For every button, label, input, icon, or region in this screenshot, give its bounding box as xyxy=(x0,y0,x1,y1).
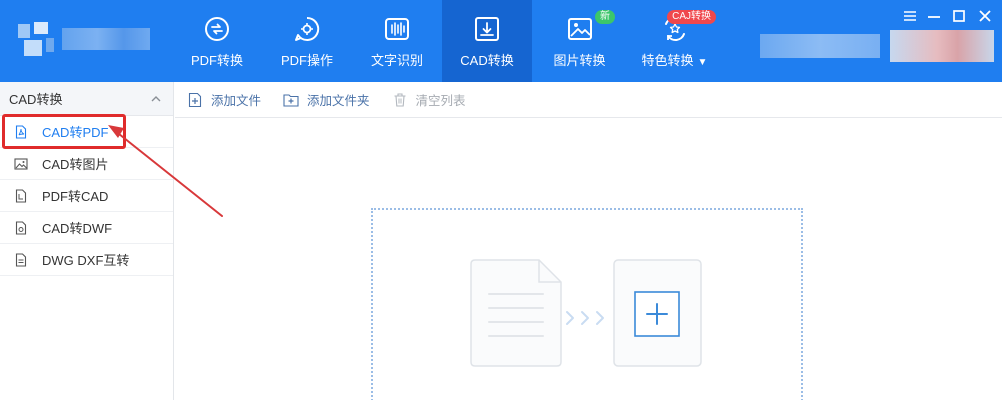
document-icon xyxy=(470,259,562,367)
dwf-file-icon xyxy=(15,220,27,235)
sidebar-item-cad-to-image[interactable]: CAD转图片 xyxy=(0,148,173,180)
sidebar-item-pdf-to-cad[interactable]: PDF转CAD xyxy=(0,180,173,212)
sidebar-header[interactable]: CAD转换 xyxy=(0,82,173,116)
sidebar-item-label: PDF转CAD xyxy=(42,189,109,204)
add-folder-button[interactable]: 添加文件夹 xyxy=(283,90,370,109)
sidebar-item-label: CAD转DWF xyxy=(42,221,113,236)
sidebar-item-label: CAD转图片 xyxy=(42,157,109,172)
image-file-icon xyxy=(14,157,28,170)
nav-label: CAD转换 xyxy=(460,53,514,68)
chevron-up-icon[interactable] xyxy=(151,93,161,105)
cad-file-icon xyxy=(15,188,27,203)
nav-label: 图片转换 xyxy=(553,53,606,68)
nav-ocr[interactable]: 文字识别 xyxy=(352,0,442,82)
new-badge: 新 xyxy=(595,10,615,24)
trash-icon xyxy=(394,92,406,107)
pdf-operate-icon xyxy=(295,16,320,41)
nav-pdf-convert[interactable]: PDF转换 xyxy=(172,0,262,82)
sidebar-title: CAD转换 xyxy=(9,92,63,107)
minimize-icon[interactable] xyxy=(924,6,944,26)
nav-label: PDF转换 xyxy=(190,53,243,68)
add-file-label: 添加文件 xyxy=(211,94,262,108)
nav-label: PDF操作 xyxy=(280,53,333,68)
main-nav: PDF转换 PDF操作 文字识别 CAD转换 图片转换 新 特色转换 ▼ CAJ… xyxy=(172,0,722,82)
dwg-file-icon xyxy=(15,252,27,267)
nav-label: 文字识别 xyxy=(370,53,423,68)
nav-image-convert[interactable]: 图片转换 新 xyxy=(532,0,627,82)
clear-list-button[interactable]: 清空列表 xyxy=(392,90,466,109)
maximize-icon[interactable] xyxy=(949,6,969,26)
menu-icon[interactable] xyxy=(900,6,920,26)
toolbar: 添加文件 添加文件夹 清空列表 xyxy=(175,82,1002,118)
add-file-icon xyxy=(188,92,202,107)
add-target-icon xyxy=(613,259,702,367)
nav-pdf-operate[interactable]: PDF操作 xyxy=(262,0,352,82)
nav-label: 特色转换 ▼ xyxy=(642,50,708,69)
close-icon[interactable] xyxy=(975,6,995,26)
title-bar: PDF转换 PDF操作 文字识别 CAD转换 图片转换 新 特色转换 ▼ CAJ… xyxy=(0,0,1002,82)
sidebar-item-cad-to-dwf[interactable]: CAD转DWF xyxy=(0,212,173,244)
arrow-chevrons-icon xyxy=(566,311,604,325)
file-drop-zone[interactable] xyxy=(371,208,803,400)
add-file-button[interactable]: 添加文件 xyxy=(187,90,261,109)
ocr-icon xyxy=(385,18,409,40)
drop-illustration xyxy=(470,259,702,367)
pdf-convert-icon xyxy=(205,17,229,41)
image-convert-icon xyxy=(567,18,592,40)
sidebar-item-dwg-dxf[interactable]: DWG DXF互转 xyxy=(0,244,173,276)
nav-special-convert[interactable]: 特色转换 ▼ CAJ转换 xyxy=(627,0,722,82)
nav-label-text: 特色转换 xyxy=(641,53,694,68)
user-info-blurred xyxy=(760,34,880,58)
avatar[interactable] xyxy=(890,30,994,62)
clear-list-label: 清空列表 xyxy=(415,94,466,108)
annotation-highlight-box xyxy=(2,114,126,149)
app-title-blurred xyxy=(62,28,150,50)
nav-cad-convert[interactable]: CAD转换 xyxy=(442,0,532,82)
caj-badge: CAJ转换 xyxy=(667,10,716,24)
add-folder-icon xyxy=(283,93,299,107)
add-folder-label: 添加文件夹 xyxy=(307,94,370,108)
cad-convert-icon xyxy=(475,17,499,41)
app-logo xyxy=(18,22,54,58)
sidebar-item-label: DWG DXF互转 xyxy=(42,253,130,268)
caret-down-icon: ▼ xyxy=(697,57,708,68)
